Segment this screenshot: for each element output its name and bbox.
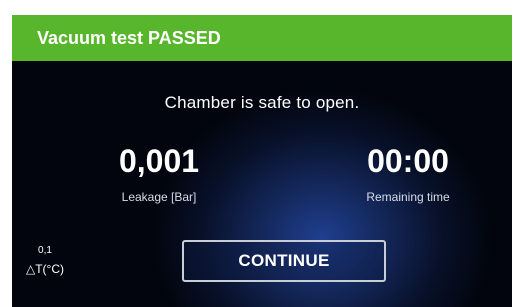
delta-t-label: △T(°C) — [25, 262, 64, 276]
leakage-label: Leakage [Bar] — [121, 190, 197, 204]
delta-t-value: 0,1 — [38, 245, 52, 256]
device-screen: Vacuum test PASSED Chamber is safe to op… — [12, 0, 512, 307]
leakage-value: 0,001 — [118, 143, 200, 179]
remaining-time-value: 00:00 — [367, 143, 449, 179]
remaining-time-label: Remaining time — [366, 190, 450, 204]
status-title: Vacuum test PASSED — [37, 28, 221, 48]
continue-button[interactable]: CONTINUE — [182, 240, 386, 282]
status-header: Vacuum test PASSED — [12, 15, 512, 61]
status-message: Chamber is safe to open. — [164, 93, 360, 112]
